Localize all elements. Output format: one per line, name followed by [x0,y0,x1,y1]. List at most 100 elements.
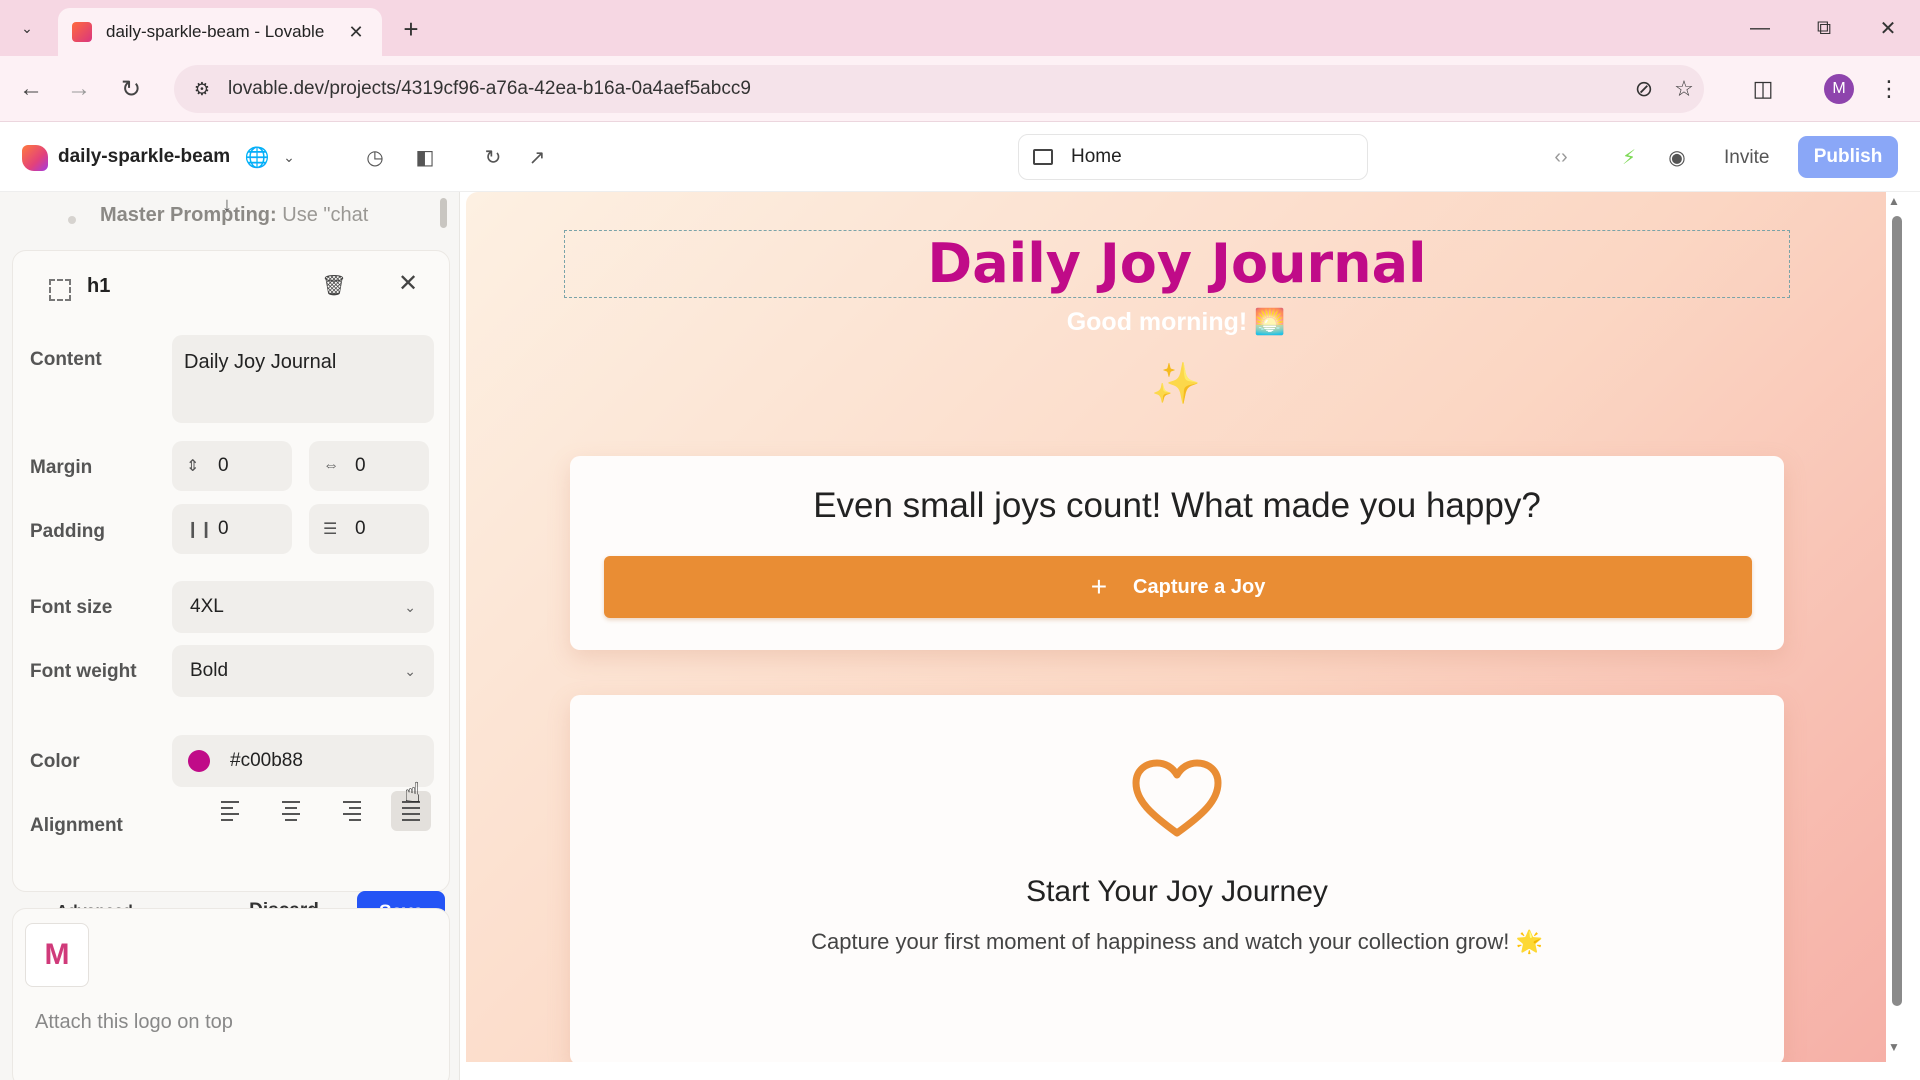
browser-toolbar: ← → ↻ ⚙ lovable.dev/projects/4319cf96-a7… [0,56,1920,122]
bookmark-star-icon[interactable]: ☆ [1664,69,1704,109]
address-bar[interactable]: ⚙ lovable.dev/projects/4319cf96-a76a-42e… [174,65,1704,113]
alignment-label: Alignment [30,815,123,836]
empty-state-subtitle: Capture your first moment of happiness a… [811,929,1543,954]
browser-tab[interactable]: daily-sparkle-beam - Lovable ✕ [58,8,382,56]
hero-title[interactable]: Daily Joy Journal [564,232,1790,295]
profile-avatar[interactable]: M [1824,74,1854,104]
font-weight-select[interactable]: Bold ⌄ [172,645,434,697]
content-label: Content [30,349,102,370]
element-tag: h1 [87,275,111,297]
tab-title: daily-sparkle-beam - Lovable [106,22,325,41]
font-size-select[interactable]: 4XL ⌄ [172,581,434,633]
element-editor-card: h1 🗑 ✕ Content Daily Joy Journal Margin … [12,250,450,935]
margin-vertical-value: 0 [218,455,229,476]
empty-state-title: Start Your Joy Journey [1026,875,1328,908]
back-arrow-icon[interactable]: ← [12,70,50,108]
color-swatch[interactable] [188,750,210,772]
plus-icon: + [1090,571,1108,602]
margin-horizontal-input[interactable]: ⇔ 0 [309,441,429,491]
refresh-preview-icon[interactable]: ↻ [476,140,510,174]
list-bullet [68,216,76,224]
history-icon[interactable]: ◷ [358,140,392,174]
chat-message-card: M Attach this logo on top [12,908,450,1080]
font-weight-value: Bold [190,660,229,681]
margin-horizontal-value: 0 [355,455,366,476]
chevron-down-icon: ⌄ [404,662,416,679]
padding-vertical-input[interactable]: ☰ 0 [309,504,429,554]
close-icon[interactable]: ✕ [393,269,423,298]
lightning-icon[interactable]: ⚡ [1612,140,1646,174]
margin-vertical-input[interactable]: ⇕ 0 [172,441,292,491]
font-weight-label: Font weight [30,661,137,682]
new-tab-plus-icon[interactable]: + [394,12,428,46]
browser-menu-icon[interactable]: ⋮ [1870,70,1908,108]
tab-list-chevron-icon[interactable]: ⌄ [10,12,44,44]
margin-label: Margin [30,457,93,478]
extensions-puzzle-icon[interactable]: ◫ [1744,70,1782,108]
empty-state-card: Start Your Joy Journey Capture your firs… [570,695,1784,1062]
preview-scrollbar-thumb[interactable] [1892,216,1902,1006]
lovable-favicon-icon [72,22,92,42]
scroll-up-arrow-icon[interactable]: ▲ [1888,194,1900,208]
chat-message-text: Attach this logo on top [35,1011,233,1033]
prompt-card: Even small joys count! What made you hap… [570,456,1784,650]
app-header: daily-sparkle-beam 🌐 ⌄ ◷ ◧ ↻ ↗ Home ‹› ⚡… [0,122,1920,192]
github-icon[interactable]: ◉ [1660,140,1694,174]
minimize-icon[interactable]: — [1740,12,1780,44]
tracking-eye-off-icon[interactable]: ⊘ [1624,69,1664,109]
heart-icon [1132,759,1222,837]
chevron-down-icon[interactable]: ⌄ [272,140,306,174]
page-selector[interactable]: Home [1018,134,1368,180]
horizontal-spacing-icon: ⇔ [323,457,339,474]
align-right-button[interactable] [331,791,371,831]
padding-horizontal-input[interactable]: ❙❙ 0 [172,504,292,554]
font-size-label: Font size [30,597,113,618]
restore-icon[interactable]: ⧉ [1804,12,1844,44]
padding-vertical-value: 0 [355,518,366,539]
color-hex-value: #c00b88 [230,750,303,771]
panel-scrollbar[interactable] [440,198,447,228]
font-size-value: 4XL [190,596,224,617]
sidebar-toggle-icon[interactable]: ◧ [408,140,442,174]
align-left-button[interactable] [211,791,251,831]
greeting-text: Good morning! 🌅 [1066,308,1286,336]
forward-arrow-icon[interactable]: → [60,70,98,108]
padding-vertical-icon: ☰ [323,521,338,538]
trash-icon[interactable]: 🗑 [319,273,349,298]
padding-horizontal-value: 0 [218,518,229,539]
capture-joy-button[interactable]: + Capture a Joy [604,556,1752,618]
open-external-icon[interactable]: ↗ [520,140,554,174]
master-prompt-heading: Master Prompting: [100,204,277,226]
browser-tab-bar: ⌄ daily-sparkle-beam - Lovable ✕ + — ⧉ ✕ [0,0,1920,56]
app-preview: Daily Joy Journal Good morning! 🌅 ✨ Even… [466,192,1886,1062]
master-prompt-text: Use "chat [276,204,369,226]
capture-joy-label: Capture a Joy [1133,575,1266,598]
project-name[interactable]: daily-sparkle-beam [58,146,230,168]
window-close-icon[interactable]: ✕ [1868,12,1908,44]
pointer-cursor-icon: ☝ [404,777,422,808]
publish-button[interactable]: Publish [1798,136,1898,178]
globe-icon[interactable]: 🌐 [240,140,274,174]
chat-history-snippet: Master Prompting: Use "chat [100,204,368,227]
reload-icon[interactable]: ↻ [112,70,150,108]
sparkle-icon: ✨ [1151,362,1201,406]
padding-horizontal-icon: ❙❙ [186,521,213,538]
content-textarea[interactable]: Daily Joy Journal [172,335,434,423]
chevron-down-icon: ⌄ [404,598,416,615]
selection-box-icon [49,279,71,301]
color-input[interactable]: #c00b88 [172,735,434,787]
invite-button[interactable]: Invite [1710,139,1783,177]
lovable-logo-icon[interactable] [22,145,48,171]
monitor-icon [1033,149,1053,165]
site-settings-icon[interactable]: ⚙ [190,77,214,101]
page-selector-label: Home [1071,146,1122,167]
scroll-down-arrow-icon[interactable]: ▼ [1888,1040,1900,1054]
align-center-button[interactable] [271,791,311,831]
color-label: Color [30,751,80,772]
attachment-thumbnail[interactable]: M [25,923,89,987]
vertical-spacing-icon: ⇕ [186,458,200,475]
prompt-question: Even small joys count! What made you hap… [813,486,1541,525]
code-icon[interactable]: ‹› [1544,140,1578,174]
tab-close-icon[interactable]: ✕ [344,22,368,43]
address-url[interactable]: lovable.dev/projects/4319cf96-a76a-42ea-… [228,78,1624,100]
